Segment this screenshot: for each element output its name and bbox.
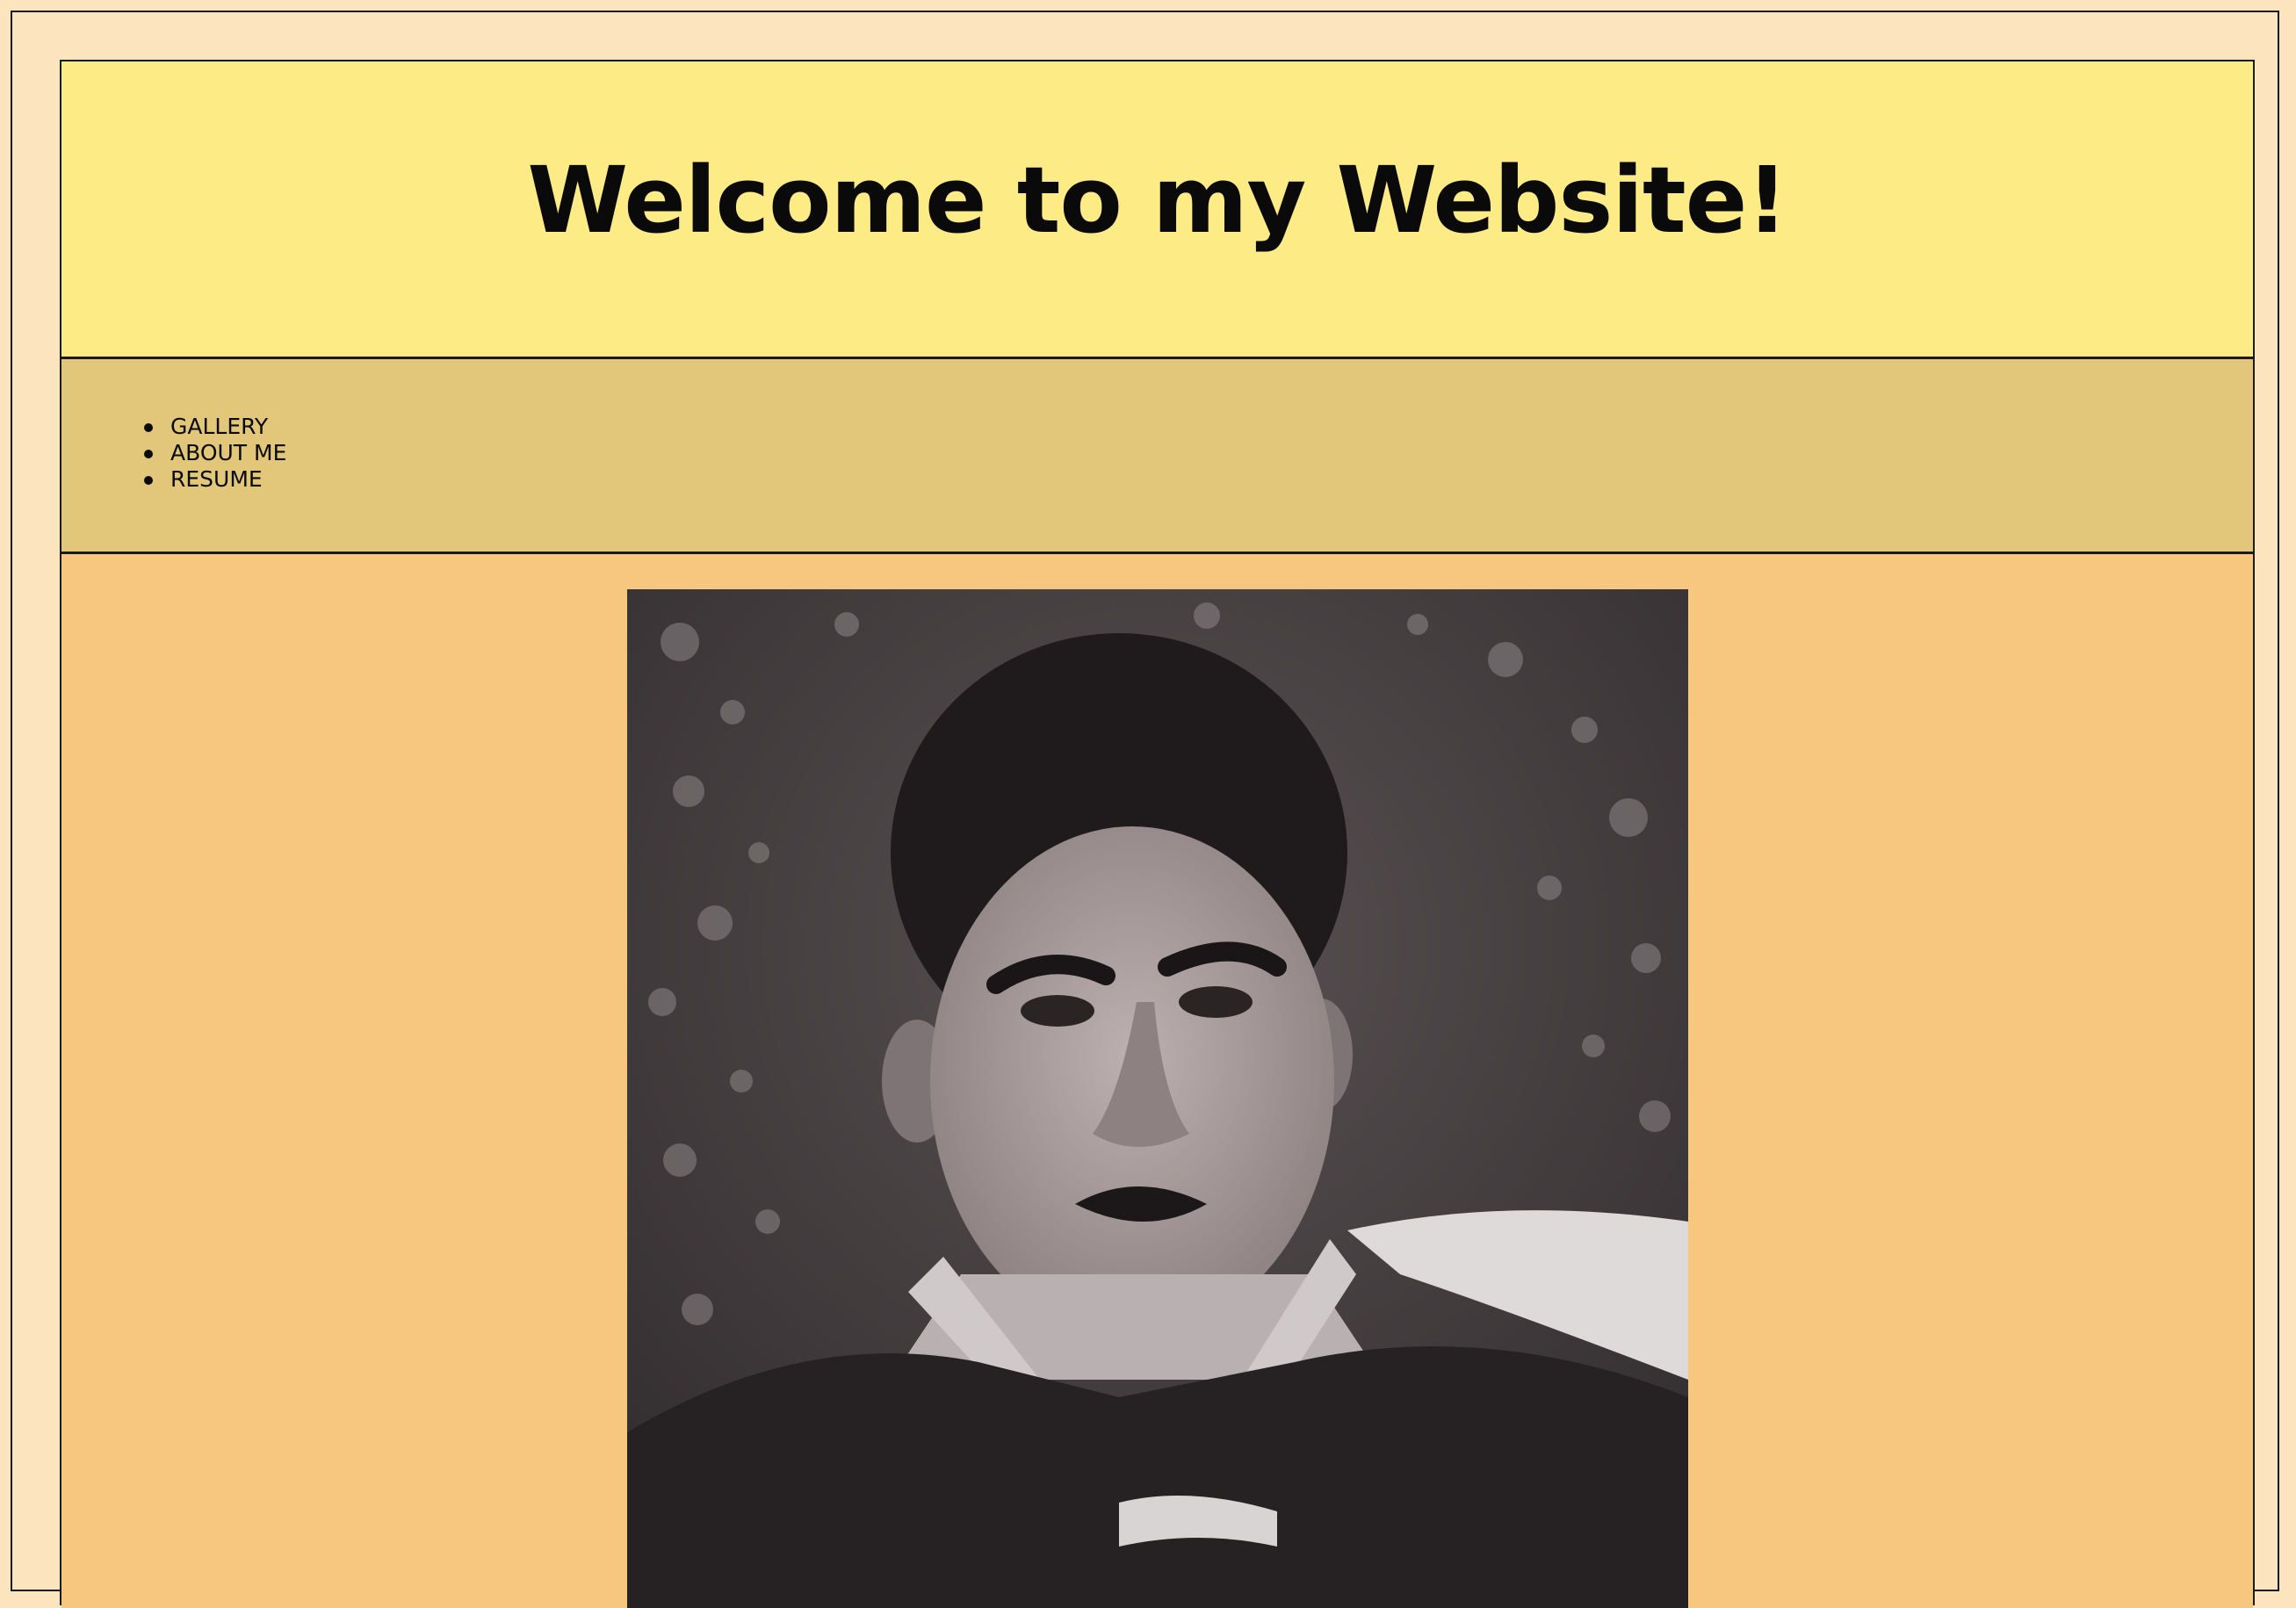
main-content (61, 554, 2253, 1608)
nav-item-about-me[interactable]: ABOUT ME (144, 440, 286, 466)
nav-item-label: ABOUT ME (170, 440, 287, 465)
nav-item-label: GALLERY (170, 414, 269, 439)
portrait-photo-icon (627, 589, 1688, 1608)
bullet-icon (144, 450, 153, 458)
nav-item-gallery[interactable]: GALLERY (144, 414, 286, 440)
nav-list: GALLERY ABOUT ME RESUME (144, 414, 286, 493)
bullet-icon (144, 423, 153, 432)
nav-item-resume[interactable]: RESUME (144, 466, 286, 493)
nav-bar: GALLERY ABOUT ME RESUME (61, 359, 2253, 554)
page-frame: Welcome to my Website! GALLERY ABOUT ME … (11, 11, 2279, 1608)
site-header: Welcome to my Website! (61, 61, 2253, 359)
site-container: Welcome to my Website! GALLERY ABOUT ME … (60, 60, 2255, 1608)
bullet-icon (144, 476, 153, 485)
page-title: Welcome to my Website! (527, 147, 1787, 254)
nav-item-label: RESUME (170, 466, 263, 492)
